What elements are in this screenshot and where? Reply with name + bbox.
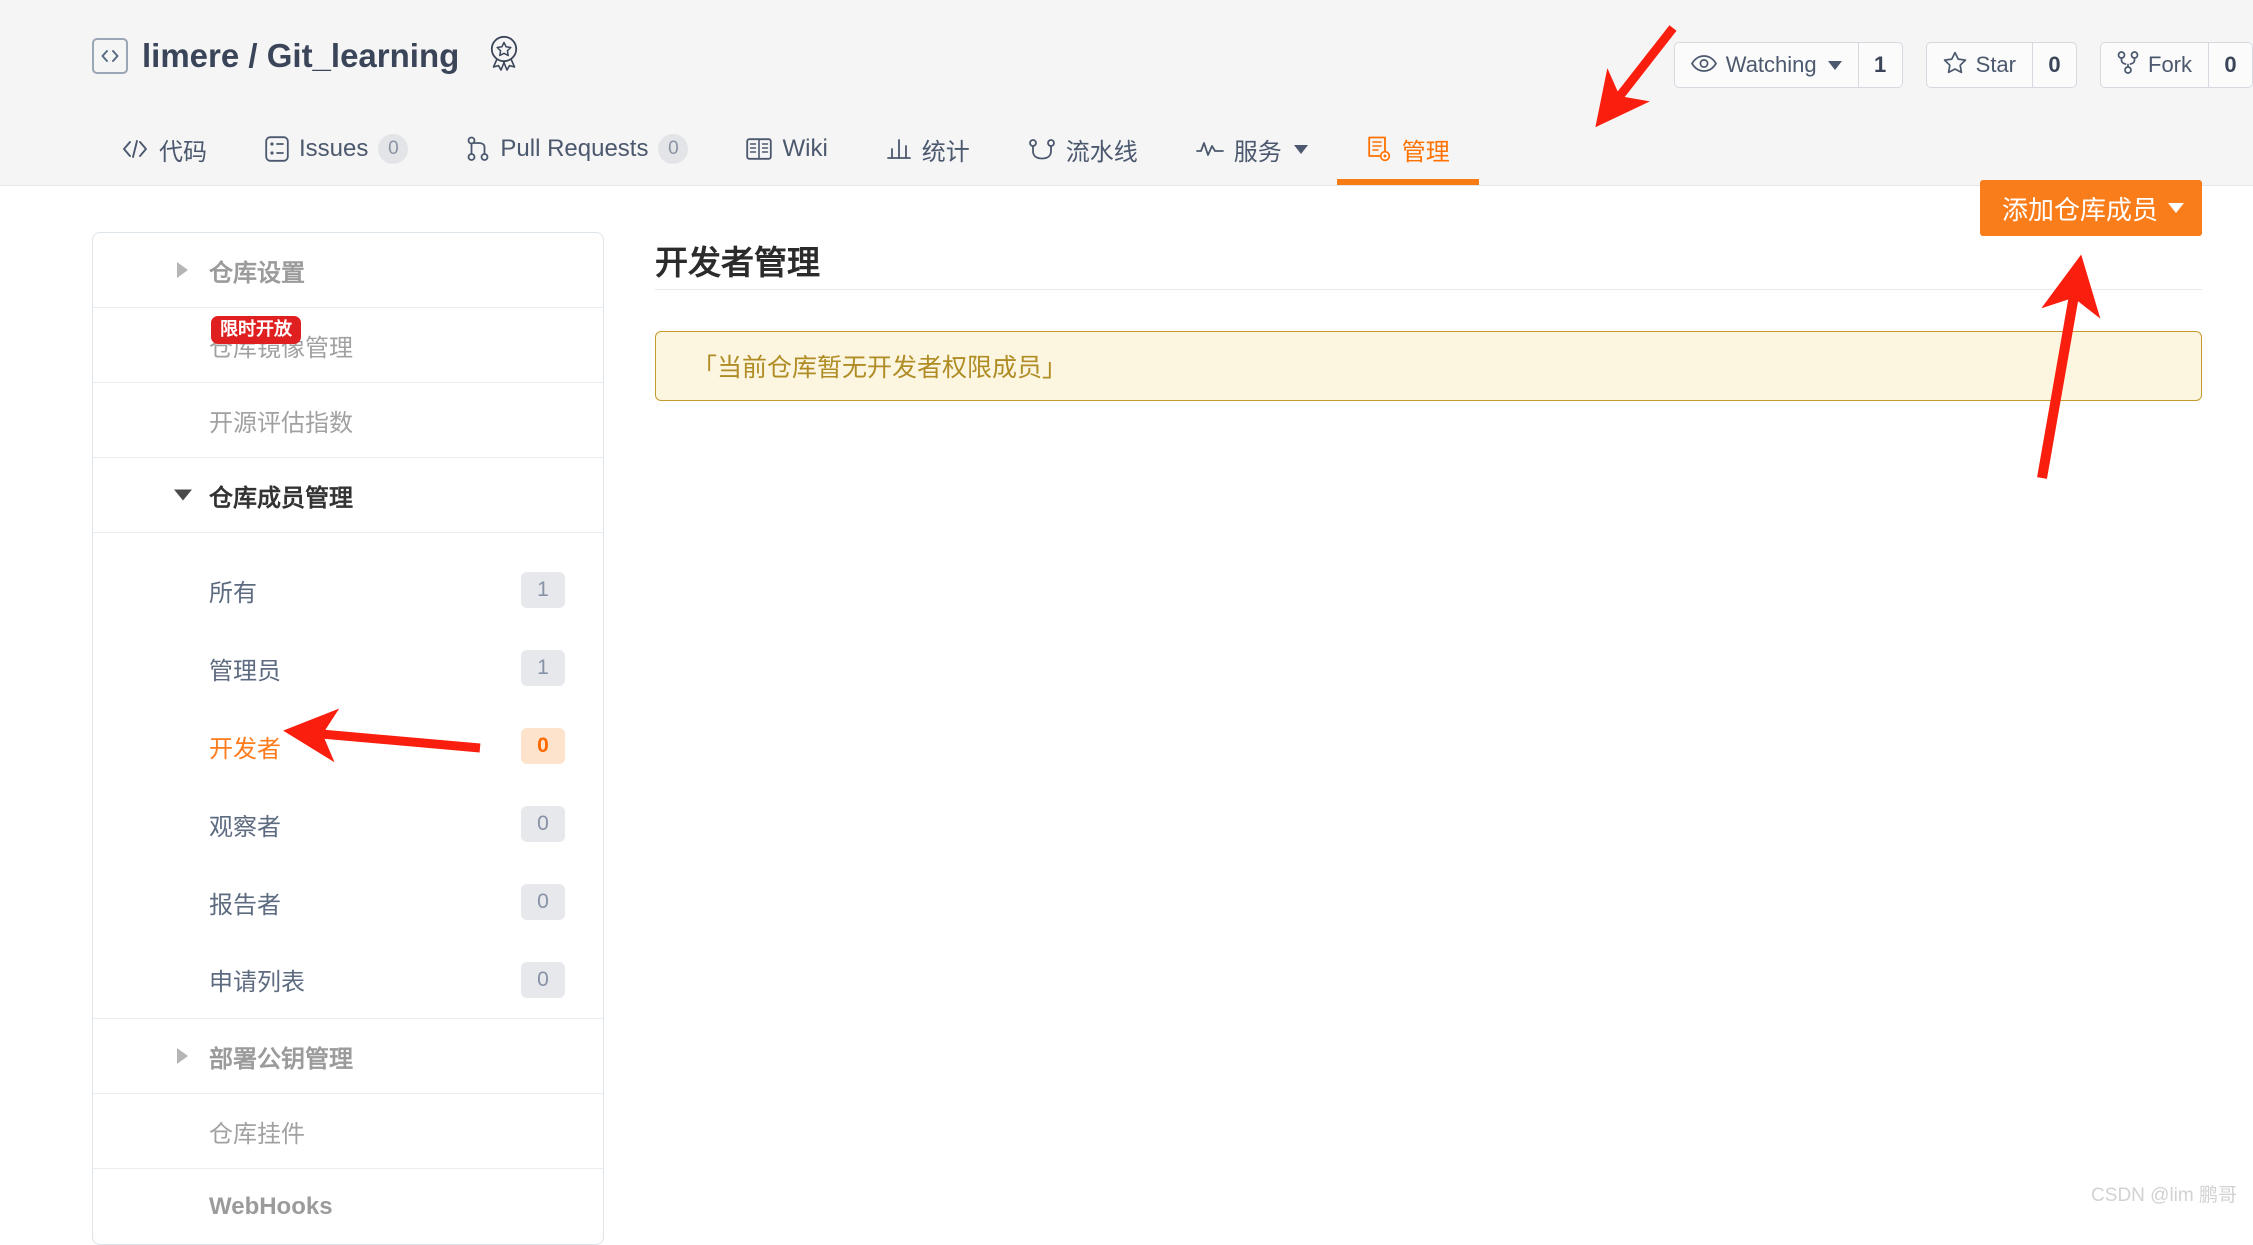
watch-count[interactable]: 1 bbox=[1858, 43, 1902, 87]
sidebar-item-webhooks[interactable]: WebHooks bbox=[93, 1169, 603, 1244]
sidebar-item-oss-index[interactable]: 开源评估指数 bbox=[93, 383, 603, 458]
fork-button[interactable]: Fork 0 bbox=[2100, 42, 2253, 88]
sidebar-item-members-all-count: 1 bbox=[521, 572, 565, 608]
tab-pull-requests-label: Pull Requests bbox=[500, 135, 648, 163]
tab-code-label: 代码 bbox=[159, 132, 207, 167]
chevron-down-icon bbox=[174, 490, 192, 501]
tab-issues[interactable]: Issues 0 bbox=[236, 113, 437, 185]
wiki-book-icon bbox=[746, 137, 772, 161]
star-button-label: Star bbox=[1976, 52, 2016, 78]
sidebar-item-repo-settings-label: 仓库设置 bbox=[209, 253, 305, 288]
sidebar-item-repo-widgets[interactable]: 仓库挂件 bbox=[93, 1094, 603, 1169]
sidebar-item-deploy-keys-label: 部署公钥管理 bbox=[209, 1039, 353, 1074]
sidebar-item-oss-index-label: 开源评估指数 bbox=[209, 403, 353, 438]
pipeline-icon bbox=[1028, 137, 1056, 161]
repo-title-block: limere / Git_learning bbox=[92, 34, 521, 77]
sidebar-item-members-developer-count: 0 bbox=[521, 728, 565, 764]
main-content: 开发者管理 添加仓库成员 「当前仓库暂无开发者权限成员」 bbox=[655, 226, 2202, 401]
sidebar-item-member-management-label: 仓库成员管理 bbox=[209, 478, 353, 513]
sidebar-item-deploy-keys[interactable]: 部署公钥管理 bbox=[93, 1019, 603, 1094]
sidebar-item-members-observer[interactable]: 观察者 0 bbox=[93, 785, 603, 863]
statistics-icon bbox=[886, 137, 912, 161]
sidebar-item-members-admin-count: 1 bbox=[521, 650, 565, 686]
main-heading: 开发者管理 bbox=[655, 246, 820, 289]
star-button[interactable]: Star 0 bbox=[1926, 42, 2077, 88]
tab-manage-label: 管理 bbox=[1402, 132, 1450, 167]
sidebar-item-members-observer-count: 0 bbox=[521, 806, 565, 842]
csdn-watermark: CSDN @lim 鹏哥 bbox=[2091, 1180, 2237, 1207]
tab-pipeline[interactable]: 流水线 bbox=[999, 113, 1167, 185]
tab-service-label: 服务 bbox=[1234, 132, 1282, 167]
tab-statistics-label: 统计 bbox=[922, 132, 970, 167]
chevron-down-icon bbox=[2168, 203, 2184, 213]
star-icon bbox=[1943, 51, 1967, 80]
page-title[interactable]: limere / Git_learning bbox=[142, 37, 459, 75]
main-title-row: 开发者管理 添加仓库成员 bbox=[655, 226, 2202, 290]
tab-service[interactable]: 服务 bbox=[1167, 113, 1337, 185]
tab-issues-count: 0 bbox=[378, 134, 408, 164]
tab-code[interactable]: 代码 bbox=[92, 113, 236, 185]
manage-doc-gear-icon bbox=[1366, 136, 1392, 162]
tab-wiki[interactable]: Wiki bbox=[717, 113, 856, 185]
empty-state-notice: 「当前仓库暂无开发者权限成员」 bbox=[655, 331, 2202, 401]
sidebar-item-repo-settings[interactable]: 仓库设置 bbox=[93, 233, 603, 308]
sidebar-item-members-admin[interactable]: 管理员 1 bbox=[93, 629, 603, 707]
sidebar-item-repo-widgets-label: 仓库挂件 bbox=[209, 1114, 305, 1149]
sidebar-item-members-applications-label: 申请列表 bbox=[209, 962, 305, 997]
tab-manage[interactable]: 管理 bbox=[1337, 113, 1479, 185]
issues-icon bbox=[265, 136, 289, 162]
fork-count[interactable]: 0 bbox=[2208, 43, 2252, 87]
sidebar-item-member-management[interactable]: 仓库成员管理 bbox=[93, 458, 603, 533]
tab-pipeline-label: 流水线 bbox=[1066, 132, 1138, 167]
sidebar-item-members-all[interactable]: 所有 1 bbox=[93, 551, 603, 629]
star-button-main[interactable]: Star bbox=[1927, 43, 2032, 87]
header-actions: Watching 1 Star 0 bbox=[1674, 42, 2253, 88]
empty-state-notice-text: 「当前仓库暂无开发者权限成员」 bbox=[692, 348, 1067, 384]
tab-pull-requests[interactable]: Pull Requests 0 bbox=[437, 113, 717, 185]
service-pulse-icon bbox=[1196, 139, 1224, 159]
sidebar-item-webhooks-label: WebHooks bbox=[209, 1193, 333, 1221]
code-brackets-icon bbox=[92, 38, 128, 74]
fork-button-label: Fork bbox=[2148, 52, 2192, 78]
tab-issues-label: Issues bbox=[299, 135, 368, 163]
sidebar-item-members-applications[interactable]: 申请列表 0 bbox=[93, 941, 603, 1019]
tab-wiki-label: Wiki bbox=[782, 135, 827, 163]
sidebar-item-members-reporter-count: 0 bbox=[521, 884, 565, 920]
chevron-down-icon bbox=[1828, 61, 1842, 70]
sidebar-item-members-developer[interactable]: 开发者 0 bbox=[93, 707, 603, 785]
chevron-right-icon bbox=[177, 1048, 188, 1064]
settings-sidebar: 仓库设置 仓库镜像管理 限时开放 开源评估指数 仓库成员管理 所有 1 管理员 … bbox=[92, 232, 604, 1245]
watch-button[interactable]: Watching 1 bbox=[1674, 42, 1903, 88]
repo-nav-tabs: 代码 Issues 0 bbox=[92, 113, 1479, 186]
award-badge-icon bbox=[487, 34, 521, 77]
code-icon bbox=[121, 139, 149, 159]
chevron-right-icon bbox=[177, 262, 188, 278]
limited-time-badge: 限时开放 bbox=[211, 316, 301, 344]
watch-button-label: Watching bbox=[1726, 52, 1817, 78]
eye-icon bbox=[1691, 52, 1717, 78]
sidebar-item-mirror-management[interactable]: 仓库镜像管理 限时开放 bbox=[93, 308, 603, 383]
sidebar-item-members-applications-count: 0 bbox=[521, 962, 565, 998]
sidebar-item-members-observer-label: 观察者 bbox=[209, 807, 281, 842]
member-list-top-spacer bbox=[93, 533, 603, 551]
add-repo-member-button-label: 添加仓库成员 bbox=[2002, 190, 2158, 227]
tab-pull-requests-count: 0 bbox=[658, 134, 688, 164]
tab-statistics[interactable]: 统计 bbox=[857, 113, 999, 185]
add-repo-member-button[interactable]: 添加仓库成员 bbox=[1980, 180, 2202, 236]
sidebar-item-members-reporter[interactable]: 报告者 0 bbox=[93, 863, 603, 941]
sidebar-item-members-reporter-label: 报告者 bbox=[209, 885, 281, 920]
pull-request-icon bbox=[466, 136, 490, 162]
sidebar-item-members-all-label: 所有 bbox=[209, 573, 257, 608]
star-count[interactable]: 0 bbox=[2032, 43, 2076, 87]
sidebar-item-members-admin-label: 管理员 bbox=[209, 651, 281, 686]
fork-button-main[interactable]: Fork bbox=[2101, 43, 2208, 87]
watch-button-main[interactable]: Watching bbox=[1675, 43, 1858, 87]
chevron-down-icon bbox=[1294, 145, 1308, 154]
page-header: limere / Git_learning Watching bbox=[0, 0, 2253, 186]
fork-icon bbox=[2117, 51, 2139, 80]
sidebar-item-members-developer-label: 开发者 bbox=[209, 729, 281, 764]
